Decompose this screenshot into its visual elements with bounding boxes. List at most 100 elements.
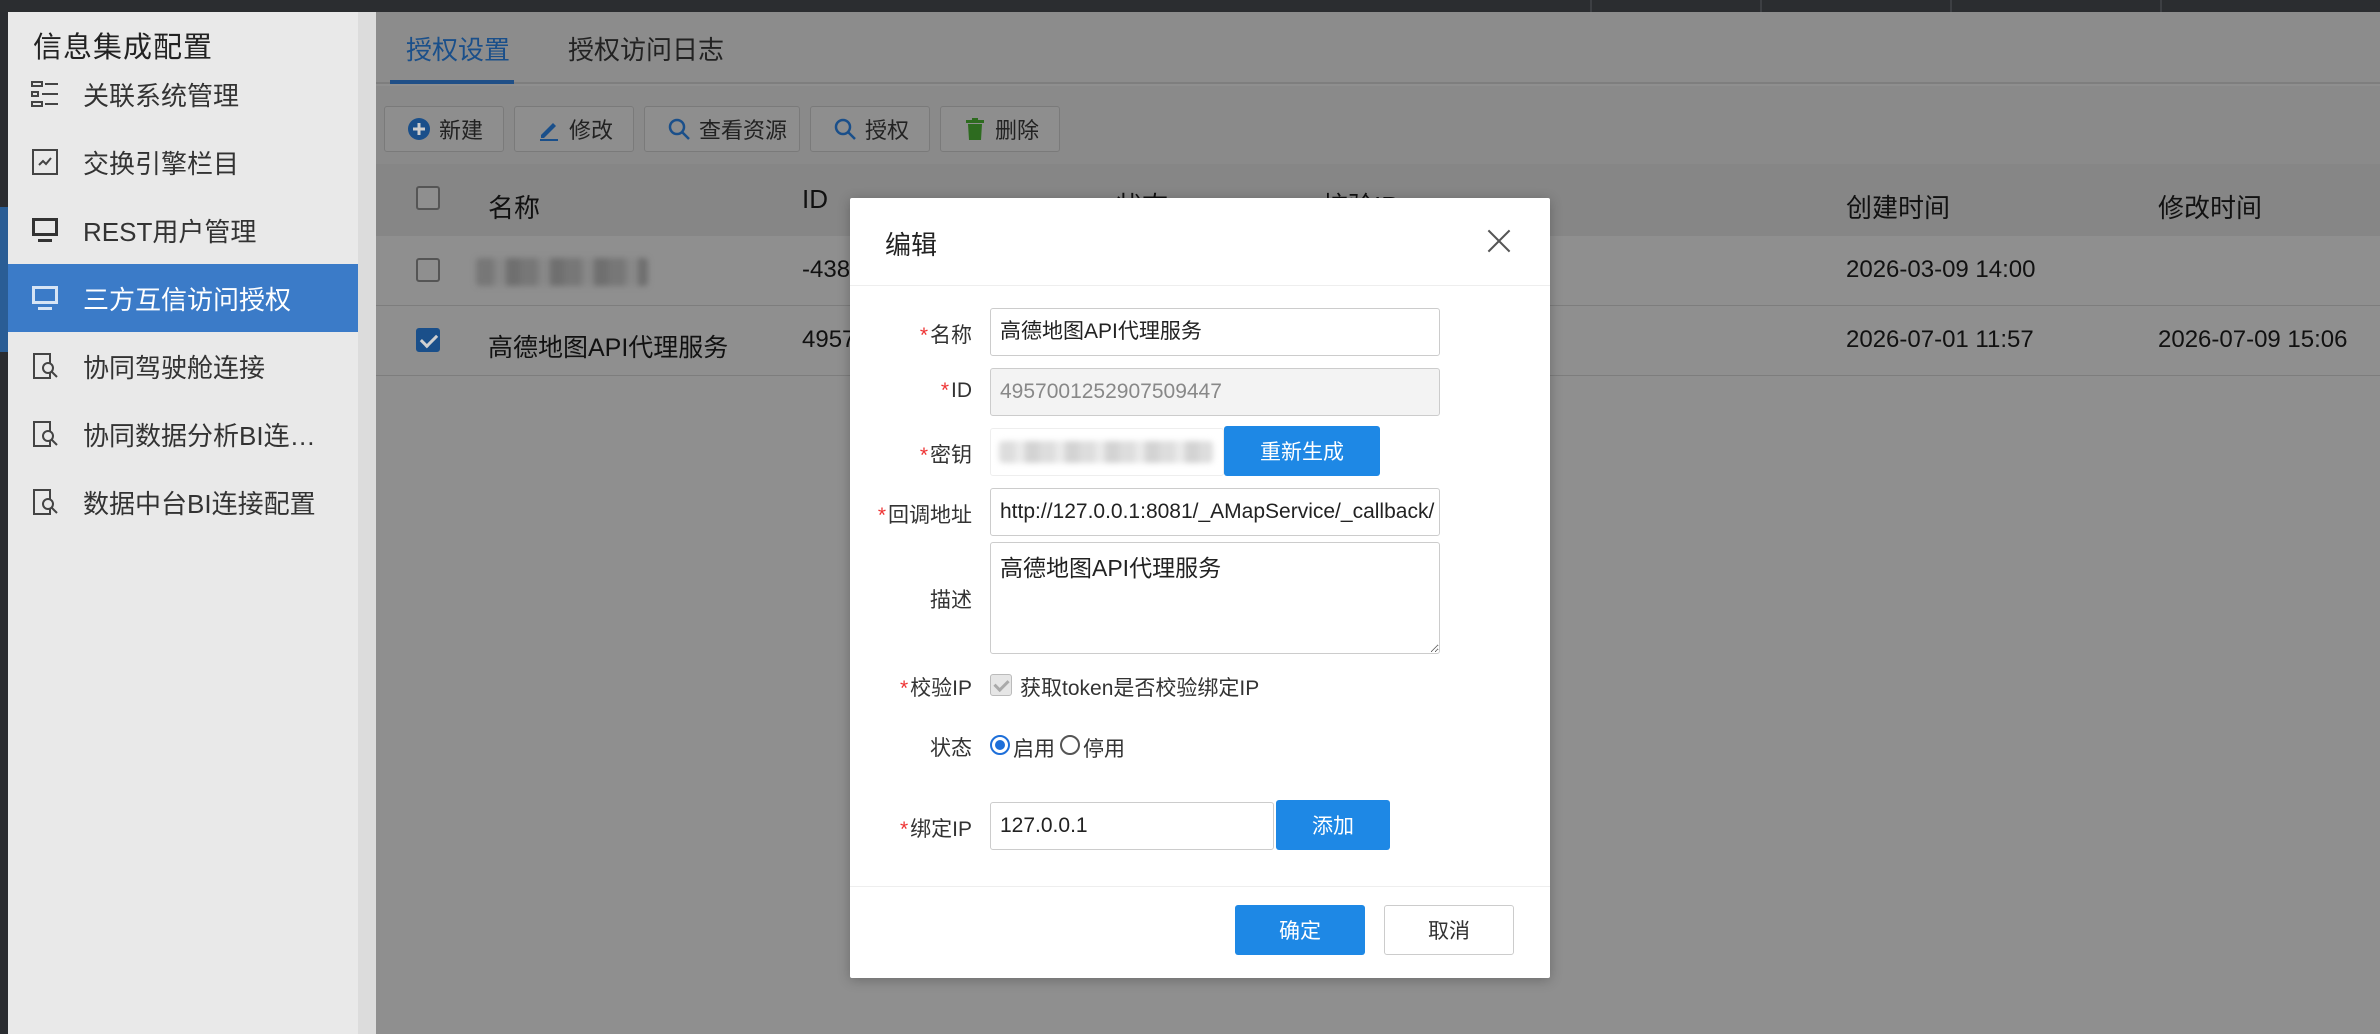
secret-label-text: 密钥 [930,444,972,467]
confirm-button[interactable]: 确定 [1235,905,1365,955]
delete-label: 删除 [995,118,1040,143]
id-label: *ID [941,379,972,403]
verify-ip-label-text: 校验IP [910,677,972,700]
top-bar-divider [1590,0,1592,12]
monitor-icon [32,218,58,242]
top-bar-divider [2160,0,2162,12]
new-button[interactable]: 新建 [384,106,504,152]
status-label: 状态 [930,737,972,760]
name-label: *名称 [920,319,972,349]
tab-bar: 授权设置 授权访问日志 [376,12,2380,84]
sidebar: 信息集成配置 关联系统管理 交换引擎栏目 REST用户管理 三方互信访问授权 协… [8,12,358,1034]
view-resources-label: 查看资源 [699,118,788,143]
top-bar-divider [1760,0,1762,12]
verify-ip-text: 获取token是否校验绑定IP [1020,677,1260,700]
sidebar-item-trust-access[interactable]: 三方互信访问授权 [8,264,358,332]
active-tab-indicator [390,80,514,84]
trash-icon [966,118,984,140]
sidebar-item-label: 交换引擎栏目 [83,148,240,179]
sidebar-item-label: 协同驾驶舱连接 [83,352,266,383]
description-textarea[interactable]: 高德地图API代理服务 [990,542,1440,654]
top-bar-divider [1950,0,1952,12]
edit-dialog: 编辑 *名称 高德地图API代理服务 *ID 49570012529075094… [850,198,1550,978]
add-ip-button[interactable]: 添加 [1276,800,1390,850]
search-doc-icon [33,353,58,379]
required-mark: * [919,324,928,347]
sidebar-item-label: REST用户管理 [83,216,257,247]
bind-ip-label: *绑定IP [900,813,972,843]
sidebar-item-data-center-bi[interactable]: 数据中台BI连接配置 [8,468,358,536]
callback-label-text: 回调地址 [888,504,972,527]
pencil-icon [540,123,558,141]
name-label-text: 名称 [930,324,972,347]
dialog-header: 编辑 [850,198,1550,286]
status-disabled-radio[interactable] [1060,735,1080,755]
sidebar-item-label: 数据中台BI连接配置 [83,488,316,519]
sidebar-item-bi-analysis[interactable]: 协同数据分析BI连… [8,400,358,468]
verify-ip-label: *校验IP [900,672,972,702]
required-mark: * [919,444,928,467]
callback-url-input[interactable]: http://127.0.0.1:8081/_AMapService/_call… [990,488,1440,536]
search-doc-icon [33,489,58,515]
tab-auth-settings[interactable]: 授权设置 [406,30,510,67]
column-header-modified: 修改时间 [2158,193,2263,223]
top-bar [0,0,2380,12]
sidebar-item-exchange-engine[interactable]: 交换引擎栏目 [8,128,358,196]
tab-access-log[interactable]: 授权访问日志 [568,30,724,67]
secret-input[interactable] [990,428,1224,476]
edit-button-label: 修改 [569,118,614,143]
required-mark: * [877,504,886,527]
row-checkbox[interactable] [416,258,440,282]
sidebar-item-linked-system[interactable]: 关联系统管理 [8,60,358,128]
view-resources-button[interactable]: 查看资源 [644,106,800,152]
row-modified: 2026-07-09 15:06 [2158,326,2348,353]
regenerate-button[interactable]: 重新生成 [1224,426,1380,476]
monitor-icon [32,286,58,310]
column-header-name: 名称 [488,193,541,223]
status-enabled-radio[interactable] [990,735,1010,755]
redacted-secret [999,441,1213,463]
sidebar-item-rest-users[interactable]: REST用户管理 [8,196,358,264]
verify-ip-checkbox[interactable] [990,674,1012,696]
close-icon[interactable] [1486,228,1512,254]
bind-ip-input[interactable]: 127.0.0.1 [990,802,1274,850]
authorize-button[interactable]: 授权 [810,106,930,152]
bind-ip-label-text: 绑定IP [910,818,972,841]
callback-label: *回调地址 [878,499,972,529]
row-created: 2026-07-01 11:57 [1846,326,2034,353]
row-name: 高德地图API代理服务 [488,334,729,362]
search-doc-icon [33,421,58,447]
sidebar-scroll-gutter [358,12,376,1034]
sidebar-item-label: 协同数据分析BI连… [83,420,316,451]
exchange-engine-icon [32,149,58,175]
plus-circle-icon [408,118,430,140]
status-disabled-label: 停用 [1083,738,1125,761]
left-edge [0,12,8,1034]
required-mark: * [899,818,909,841]
edit-button[interactable]: 修改 [514,106,634,152]
select-all-checkbox[interactable] [416,186,440,210]
column-header-created: 创建时间 [1846,193,1951,223]
search-icon [668,118,690,140]
row-id: 4957 [802,326,856,353]
name-input[interactable]: 高德地图API代理服务 [990,308,1440,356]
secret-label: *密钥 [920,439,972,469]
toolbar: 新建 修改 查看资源 授权 删除 [376,86,2380,164]
row-checkbox[interactable] [416,328,440,352]
sidebar-item-cockpit[interactable]: 协同驾驶舱连接 [8,332,358,400]
left-edge-highlight [0,207,8,352]
linked-system-icon [31,81,58,107]
required-mark: * [940,379,949,402]
sidebar-item-label: 三方互信访问授权 [83,284,292,315]
dialog-title: 编辑 [885,230,938,260]
dialog-footer: 确定 取消 [850,886,1550,978]
redacted-name [476,258,648,286]
new-button-label: 新建 [439,118,484,143]
row-created: 2026-03-09 14:00 [1846,256,2036,283]
delete-button[interactable]: 删除 [940,106,1060,152]
required-mark: * [899,677,909,700]
id-label-text: ID [951,379,972,402]
description-label: 描述 [930,589,972,612]
cancel-button[interactable]: 取消 [1384,905,1514,955]
column-header-id: ID [802,184,828,214]
